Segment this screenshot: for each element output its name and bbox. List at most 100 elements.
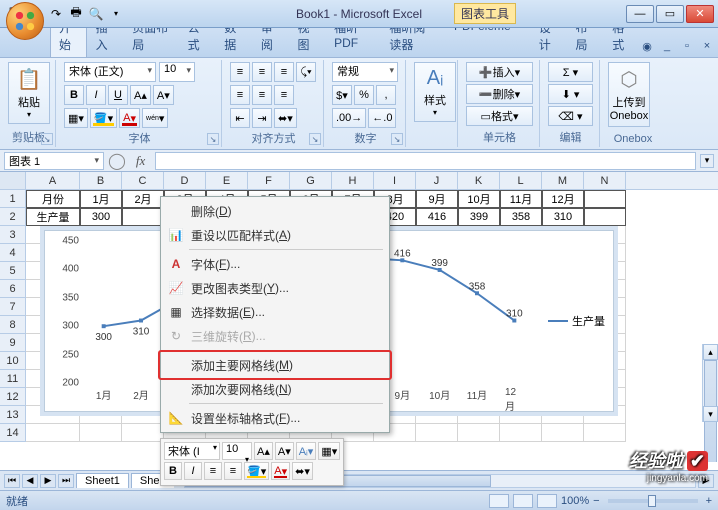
cell[interactable]: 2月 (122, 190, 164, 208)
fill-color-button[interactable]: 🪣▾ (90, 108, 117, 128)
col-head[interactable]: L (500, 172, 542, 189)
print-icon[interactable]: 🖶 (68, 6, 84, 22)
insert-cells[interactable]: ➕插入 ▾ (466, 62, 533, 82)
mini-align2[interactable]: ≡ (224, 462, 242, 480)
formula-input[interactable] (155, 152, 696, 170)
delete-cells[interactable]: ➖删除 ▾ (466, 84, 533, 104)
inner-close-icon[interactable]: × (700, 39, 714, 53)
comma-button[interactable]: , (376, 85, 396, 105)
col-head[interactable]: E (206, 172, 248, 189)
fill-button[interactable]: ⬇ ▾ (548, 84, 593, 104)
align-top[interactable]: ≡ (230, 62, 250, 82)
normal-view[interactable] (489, 494, 509, 508)
currency-button[interactable]: $▾ (332, 85, 352, 105)
mini-shrink[interactable]: A▾ (275, 442, 294, 460)
sheet-tab[interactable]: Sheet1 (76, 473, 129, 488)
col-head[interactable]: H (332, 172, 374, 189)
mini-style[interactable]: Aᵢ▾ (296, 442, 317, 460)
mini-grow[interactable]: A▴ (254, 442, 273, 460)
cell[interactable] (584, 424, 626, 442)
number-launcher[interactable]: ↘ (391, 133, 403, 145)
number-format-select[interactable]: 常规 (332, 62, 398, 82)
align-bot[interactable]: ≡ (274, 62, 294, 82)
prev-sheet[interactable]: ◀ (22, 474, 38, 488)
cell[interactable] (500, 424, 542, 442)
last-sheet[interactable]: ⏭ (58, 474, 74, 488)
name-box[interactable]: 图表 1 (4, 152, 104, 170)
cell[interactable]: 10月 (458, 190, 500, 208)
percent-button[interactable]: % (354, 85, 374, 105)
dec-decimal[interactable]: ←.0 (368, 108, 396, 128)
ctx-item[interactable]: 添加主要网格线(M) (163, 353, 387, 377)
italic-button[interactable]: I (86, 85, 106, 105)
cell[interactable]: 9月 (416, 190, 458, 208)
qat-more-icon[interactable]: ▾ (108, 6, 124, 22)
office-button[interactable] (6, 2, 44, 40)
styles-button[interactable]: Aᵢ 样式 ▾ (414, 62, 456, 122)
mini-border[interactable]: ▦▾ (318, 442, 340, 460)
mini-merge[interactable]: ⬌▾ (292, 462, 313, 480)
select-all-corner[interactable] (0, 172, 26, 189)
col-head[interactable]: F (248, 172, 290, 189)
scroll-up[interactable]: ▴ (703, 344, 718, 360)
row-head[interactable]: 6 (0, 280, 26, 298)
zoom-out[interactable]: − (593, 495, 599, 507)
cell[interactable] (80, 424, 122, 442)
minimize-button[interactable]: — (626, 5, 654, 23)
row-head[interactable]: 1 (0, 190, 26, 208)
col-head[interactable]: G (290, 172, 332, 189)
font-name-select[interactable]: 宋体 (正文) (64, 62, 156, 82)
dedent[interactable]: ⇤ (230, 108, 250, 128)
clipboard-launcher[interactable]: ↘ (41, 133, 53, 145)
col-head[interactable]: D (164, 172, 206, 189)
orientation[interactable]: ⤹▾ (296, 62, 316, 82)
mini-fill[interactable]: 🪣▾ (244, 462, 269, 480)
format-cells[interactable]: ▭格式 ▾ (466, 106, 533, 126)
break-view[interactable] (537, 494, 557, 508)
cell[interactable]: 358 (500, 208, 542, 226)
font-size-select[interactable]: 10 (159, 62, 195, 82)
indent[interactable]: ⇥ (252, 108, 272, 128)
align-center[interactable]: ≡ (252, 85, 272, 105)
layout-view[interactable] (513, 494, 533, 508)
row-head[interactable]: 7 (0, 298, 26, 316)
col-head[interactable]: A (26, 172, 80, 189)
circle-icon[interactable]: ◯ (108, 151, 126, 171)
row-head[interactable]: 9 (0, 334, 26, 352)
cell[interactable] (584, 208, 626, 226)
grow-font-button[interactable]: A▴ (130, 85, 151, 105)
fx-icon[interactable]: fx (136, 153, 145, 169)
cell[interactable]: 12月 (542, 190, 584, 208)
restore-icon[interactable]: ▫ (680, 39, 694, 53)
cell[interactable] (26, 424, 80, 442)
clear-button[interactable]: ⌫ ▾ (548, 106, 593, 126)
ctx-item[interactable]: 删除(D) (163, 199, 387, 223)
cell[interactable]: 310 (542, 208, 584, 226)
shrink-font-button[interactable]: A▾ (153, 85, 174, 105)
zoom-level[interactable]: 100% (561, 495, 589, 507)
cell[interactable] (542, 424, 584, 442)
col-head[interactable]: C (122, 172, 164, 189)
row-head[interactable]: 10 (0, 352, 26, 370)
phonetic-button[interactable]: wén▾ (142, 108, 168, 128)
maximize-button[interactable]: ▭ (656, 5, 684, 23)
row-head[interactable]: 14 (0, 424, 26, 442)
ctx-item[interactable]: A字体(F)... (163, 252, 387, 276)
mini-align[interactable]: ≡ (204, 462, 222, 480)
min-ribbon-icon[interactable]: _ (660, 39, 674, 53)
row-head[interactable]: 2 (0, 208, 26, 226)
ctx-item[interactable]: 📈更改图表类型(Y)... (163, 276, 387, 300)
row-head[interactable]: 13 (0, 406, 26, 424)
ctx-item[interactable]: 📐设置坐标轴格式(F)... (163, 406, 387, 430)
first-sheet[interactable]: ⏮ (4, 474, 20, 488)
mini-bold[interactable]: B (164, 462, 182, 480)
cell[interactable]: 399 (458, 208, 500, 226)
mini-font-name[interactable]: 宋体 (I (164, 442, 220, 460)
sum-button[interactable]: Σ ▾ (548, 62, 593, 82)
mini-italic[interactable]: I (184, 462, 202, 480)
col-head[interactable]: B (80, 172, 122, 189)
row-head[interactable]: 4 (0, 244, 26, 262)
redo-icon[interactable]: ↷ (48, 6, 64, 22)
col-head[interactable]: N (584, 172, 626, 189)
col-head[interactable]: M (542, 172, 584, 189)
